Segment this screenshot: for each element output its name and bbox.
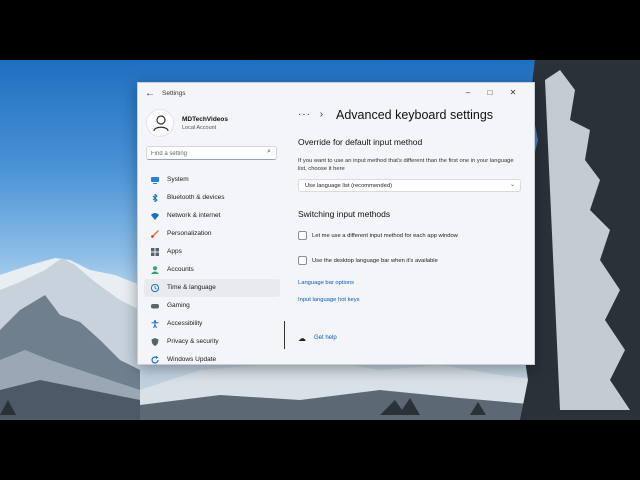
sidebar-item-system[interactable]: System <box>144 171 280 189</box>
maximize-button[interactable]: □ <box>479 86 501 100</box>
back-arrow-icon[interactable]: ← <box>145 88 155 99</box>
globe-clock-icon <box>151 284 159 292</box>
monitor-icon <box>151 177 159 184</box>
divider <box>284 321 285 349</box>
breadcrumb-more-button[interactable]: ··· <box>298 109 311 120</box>
letterbox-top <box>0 0 640 60</box>
input-method-dropdown[interactable]: Use language list (recommended) ⌄ <box>298 179 521 192</box>
sidebar-item-label: Gaming <box>167 302 190 309</box>
sidebar-item-personalization[interactable]: Personalization <box>144 225 280 243</box>
breadcrumb: ··· › <box>298 109 323 120</box>
update-icon <box>151 356 159 364</box>
desktop-language-bar-label[interactable]: Use the desktop language bar when it's a… <box>312 258 438 264</box>
person-icon <box>151 266 159 274</box>
profile-account-type: Local Account <box>182 125 217 131</box>
sidebar-item-label: Network & internet <box>167 212 221 219</box>
help-chat-icon: ☁ <box>298 334 306 343</box>
sidebar-item-label: Privacy & security <box>167 338 219 345</box>
sidebar-item-label: Bluetooth & devices <box>167 194 225 201</box>
section-heading-switching: Switching input methods <box>298 209 391 219</box>
section-heading-override: Override for default input method <box>298 137 423 147</box>
sidebar-item-label: Accessibility <box>167 320 203 327</box>
sidebar-item-label: Personalization <box>167 230 212 237</box>
sidebar-item-windows-update[interactable]: Windows Update <box>144 351 280 369</box>
sidebar-item-network-internet[interactable]: Network & internet <box>144 207 280 225</box>
sidebar-item-accounts[interactable]: Accounts <box>144 261 280 279</box>
page-title: Advanced keyboard settings <box>336 108 494 122</box>
sidebar-nav: System Bluetooth & devices Network & int… <box>144 171 280 369</box>
settings-window: ← Settings – □ ✕ MDTechVideos Local Acco… <box>137 82 535 365</box>
sidebar-item-label: System <box>167 176 189 183</box>
window-title: Settings <box>162 90 186 97</box>
chevron-right-icon: › <box>319 109 324 120</box>
chevron-down-icon: ⌄ <box>509 182 515 188</box>
sidebar-item-time-language[interactable]: Time & language <box>144 279 280 297</box>
letterbox-bottom <box>0 420 640 480</box>
sidebar-item-label: Apps <box>167 248 182 255</box>
wifi-icon <box>151 213 159 220</box>
language-bar-options-link[interactable]: Language bar options <box>298 280 354 286</box>
desktop-language-bar-checkbox[interactable] <box>298 256 307 265</box>
search-input[interactable] <box>151 149 261 158</box>
per-app-input-label[interactable]: Let me use a different input method for … <box>312 233 458 239</box>
shield-icon <box>151 338 159 346</box>
brush-icon <box>151 230 159 238</box>
sidebar-item-gaming[interactable]: Gaming <box>144 297 280 315</box>
override-description: If you want to use an input method that'… <box>298 158 514 172</box>
per-app-input-checkbox[interactable] <box>298 231 307 240</box>
input-language-hot-keys-link[interactable]: Input language hot keys <box>298 297 360 303</box>
bluetooth-icon <box>152 194 158 202</box>
sidebar-item-apps[interactable]: Apps <box>144 243 280 261</box>
search-box[interactable]: ⌕ <box>146 146 277 160</box>
sidebar-item-label: Accounts <box>167 266 194 273</box>
get-help-link[interactable]: Get help <box>314 335 337 341</box>
dropdown-selected-value: Use language list (recommended) <box>305 183 392 189</box>
avatar <box>146 109 174 137</box>
apps-icon <box>151 248 159 256</box>
sidebar-item-accessibility[interactable]: Accessibility <box>144 315 280 333</box>
gamepad-icon <box>151 304 159 309</box>
sidebar-item-privacy-security[interactable]: Privacy & security <box>144 333 280 351</box>
sidebar-item-bluetooth-devices[interactable]: Bluetooth & devices <box>144 189 280 207</box>
close-button[interactable]: ✕ <box>502 86 524 100</box>
title-bar: ← Settings – □ ✕ <box>138 83 534 105</box>
sidebar-item-label: Windows Update <box>167 356 217 363</box>
search-icon[interactable]: ⌕ <box>267 148 271 156</box>
profile-name: MDTechVideos <box>182 116 228 123</box>
accessibility-icon <box>151 320 159 328</box>
minimize-button[interactable]: – <box>457 86 479 100</box>
person-icon <box>153 115 169 132</box>
sidebar-item-label: Time & language <box>167 284 216 291</box>
